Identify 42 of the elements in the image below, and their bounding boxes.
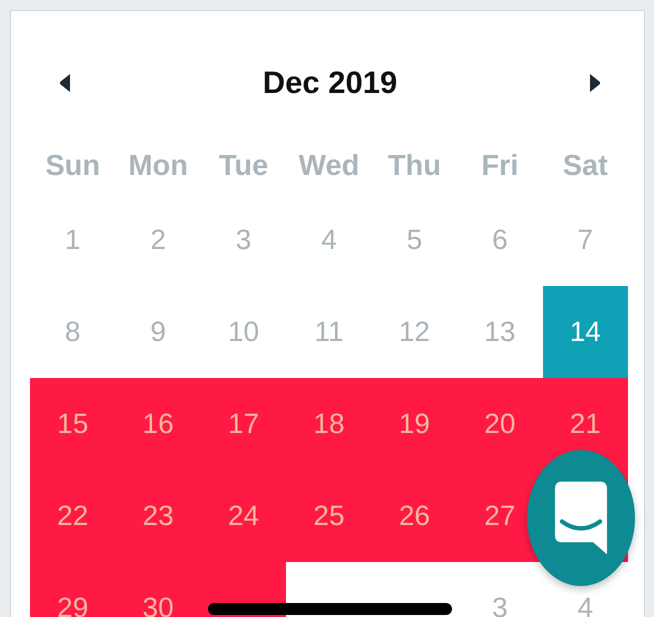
day-number[interactable]: 11 — [314, 316, 344, 348]
day-number[interactable]: 1 — [64, 224, 80, 256]
day-number[interactable]: 17 — [228, 408, 260, 440]
weekday-label: Wed — [298, 150, 360, 183]
day-number[interactable]: 18 — [313, 408, 345, 440]
previous-month-icon[interactable] — [60, 74, 70, 92]
weekday-label: Thu — [388, 150, 441, 183]
day-number[interactable]: 21 — [570, 408, 601, 440]
day-number[interactable]: 26 — [398, 500, 430, 532]
day-number[interactable]: 4 — [321, 224, 337, 256]
day-number[interactable]: 29 — [57, 592, 88, 617]
day-number[interactable]: 4 — [577, 592, 594, 617]
day-number[interactable]: 30 — [142, 592, 174, 617]
day-number[interactable]: 20 — [484, 408, 516, 440]
day-number[interactable]: 9 — [150, 316, 166, 348]
weekday-label: Tue — [218, 150, 268, 183]
day-number[interactable]: 8 — [64, 316, 80, 348]
day-number[interactable]: 24 — [228, 500, 260, 532]
day-number[interactable]: 13 — [484, 316, 516, 348]
day-number[interactable]: 23 — [142, 500, 174, 532]
day-number[interactable]: 16 — [142, 408, 174, 440]
day-number[interactable]: 3 — [236, 224, 252, 256]
day-number[interactable]: 5 — [406, 224, 422, 256]
weekday-label: Mon — [128, 150, 188, 183]
weekday-label: Fri — [481, 150, 518, 183]
weekday-label: Sun — [45, 150, 100, 183]
day-number[interactable]: 19 — [398, 408, 430, 440]
day-number[interactable]: 15 — [57, 408, 88, 440]
chat-bubble-icon — [555, 481, 607, 555]
day-number[interactable]: 14 — [570, 316, 601, 348]
day-number[interactable]: 27 — [484, 500, 516, 532]
day-number[interactable]: 12 — [398, 316, 430, 348]
day-number[interactable]: 2 — [150, 224, 166, 256]
weekday-label: Sat — [562, 150, 608, 183]
next-month-icon[interactable] — [590, 74, 600, 92]
day-number[interactable]: 3 — [492, 592, 508, 617]
month-title: Dec 2019 — [262, 65, 398, 101]
day-number[interactable]: 25 — [313, 500, 345, 532]
day-number[interactable]: 10 — [228, 316, 260, 348]
day-number[interactable]: 6 — [492, 224, 508, 256]
day-number[interactable]: 22 — [57, 500, 88, 532]
day-number[interactable]: 7 — [577, 224, 594, 256]
